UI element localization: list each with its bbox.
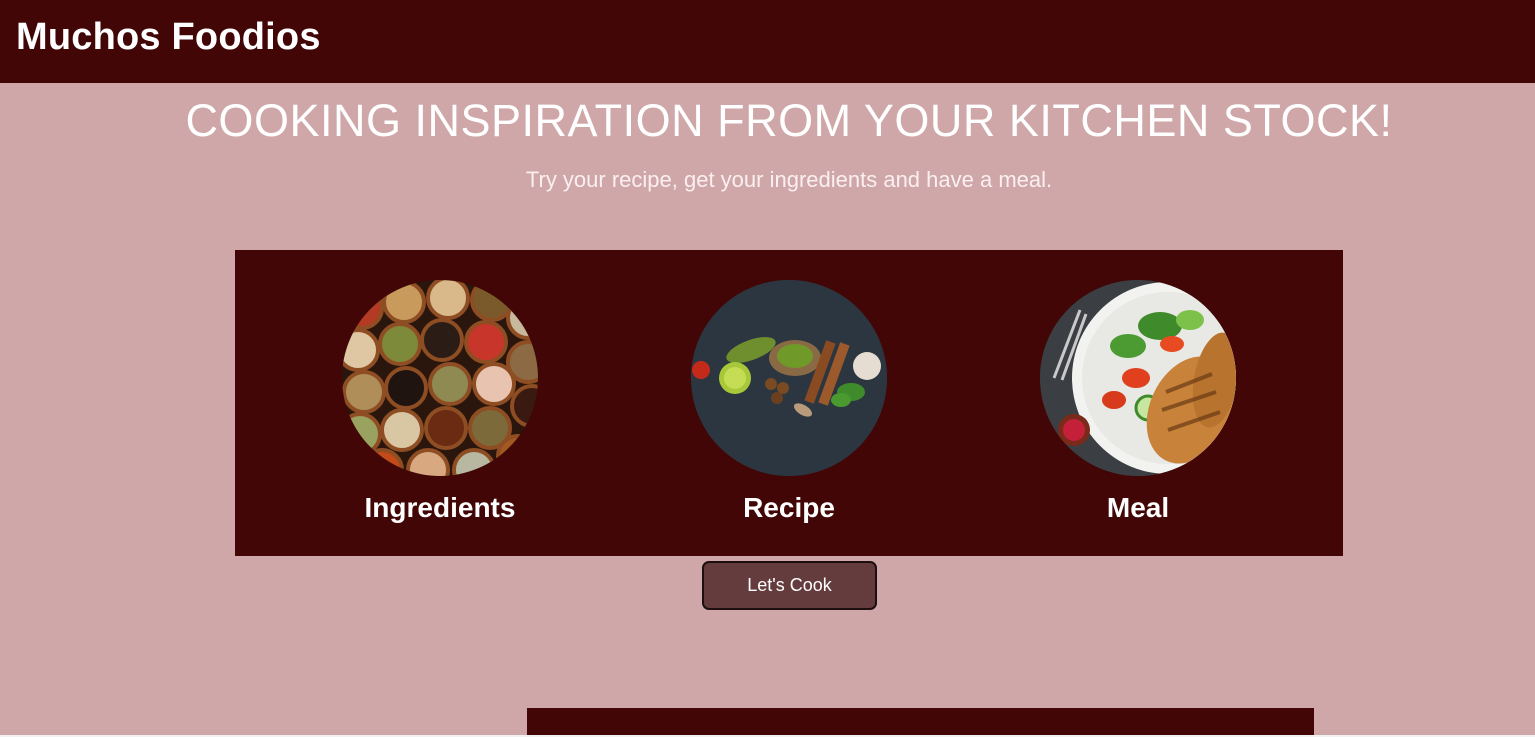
step-card-ingredients[interactable]: Ingredients	[340, 280, 540, 524]
hero-title: COOKING INSPIRATION FROM YOUR KITCHEN ST…	[185, 95, 1393, 146]
top-navbar: Muchos Foodios	[0, 0, 1535, 83]
step-card-recipe[interactable]: Recipe	[689, 280, 889, 524]
step-label-recipe: Recipe	[743, 492, 835, 523]
next-section-block	[527, 708, 1314, 737]
step-label-ingredients: Ingredients	[364, 492, 516, 523]
step-label-meal: Meal	[1106, 492, 1170, 523]
herbs-and-spices-image	[691, 280, 887, 476]
lets-cook-button[interactable]: Let's Cook	[702, 561, 877, 610]
hero-subtitle: Try your recipe, get your ingredients an…	[525, 167, 1053, 192]
steps-panel: Ingredients Recipe Meal	[235, 250, 1343, 556]
brand-logo-text[interactable]: Muchos Foodios	[16, 16, 321, 59]
spice-bowls-image	[342, 280, 538, 476]
grilled-chicken-salad-image	[1040, 280, 1236, 476]
step-card-meal[interactable]: Meal	[1038, 280, 1238, 524]
